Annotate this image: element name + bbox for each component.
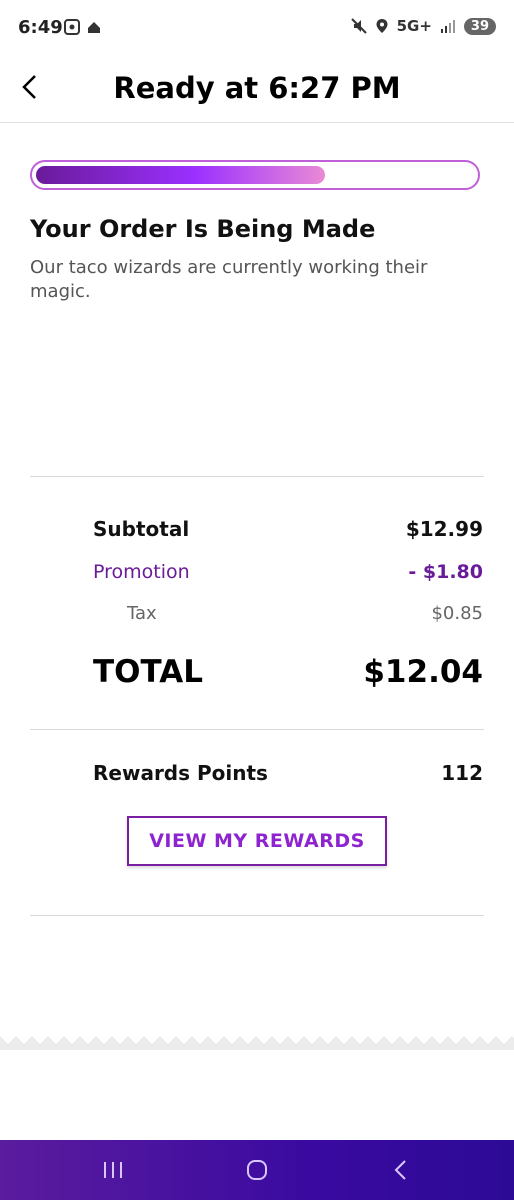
subtotal-value: $12.99 <box>405 517 483 541</box>
order-progress-fill <box>36 166 325 184</box>
recent-apps-icon <box>104 1162 122 1178</box>
rewards-row: Rewards Points 112 <box>93 761 483 785</box>
page-title: Ready at 6:27 PM <box>113 71 401 105</box>
subtotal-row: Subtotal $12.99 <box>93 517 483 541</box>
order-status-heading: Your Order Is Being Made <box>30 215 376 243</box>
promotion-label: Promotion <box>93 561 190 583</box>
rewards-points-label: Rewards Points <box>93 761 268 785</box>
subtotal-label: Subtotal <box>93 517 190 541</box>
divider <box>30 729 484 730</box>
promotion-value: - $1.80 <box>408 561 483 583</box>
location-icon <box>376 19 388 33</box>
total-value: $12.04 <box>363 654 483 690</box>
home-circle-icon <box>247 1160 267 1180</box>
receipt-edge <box>0 1036 514 1050</box>
network-type: 5G+ <box>396 17 432 35</box>
recent-apps-button[interactable] <box>93 1152 133 1188</box>
order-status-description: Our taco wizards are currently working t… <box>30 257 428 302</box>
total-label: TOTAL <box>93 654 203 690</box>
system-back-button[interactable] <box>381 1152 421 1188</box>
status-time: 6:49 <box>18 17 63 38</box>
view-my-rewards-button[interactable]: VIEW MY REWARDS <box>127 816 387 866</box>
promotion-row: Promotion - $1.80 <box>93 561 483 583</box>
divider <box>30 476 484 477</box>
tax-value: $0.85 <box>431 603 483 624</box>
tax-row: Tax $0.85 <box>93 603 483 624</box>
divider <box>30 915 484 916</box>
status-right: 5G+ 39 <box>350 17 496 35</box>
tax-label: Tax <box>127 603 157 624</box>
battery-badge: 39 <box>463 17 496 35</box>
system-nav-bar <box>0 1140 514 1200</box>
status-notification-icons <box>64 18 104 40</box>
signal-icon <box>440 20 455 33</box>
total-row: TOTAL $12.04 <box>93 654 483 690</box>
header: Ready at 6:27 PM <box>0 58 514 123</box>
rewards-points-value: 112 <box>441 761 483 785</box>
chevron-left-icon <box>394 1160 406 1180</box>
status-bar: 6:49 5G+ 39 <box>0 0 514 58</box>
screenshot-icon <box>64 19 100 35</box>
mute-icon <box>350 18 367 34</box>
order-progress-bar <box>30 160 480 190</box>
home-button[interactable] <box>237 1152 277 1188</box>
